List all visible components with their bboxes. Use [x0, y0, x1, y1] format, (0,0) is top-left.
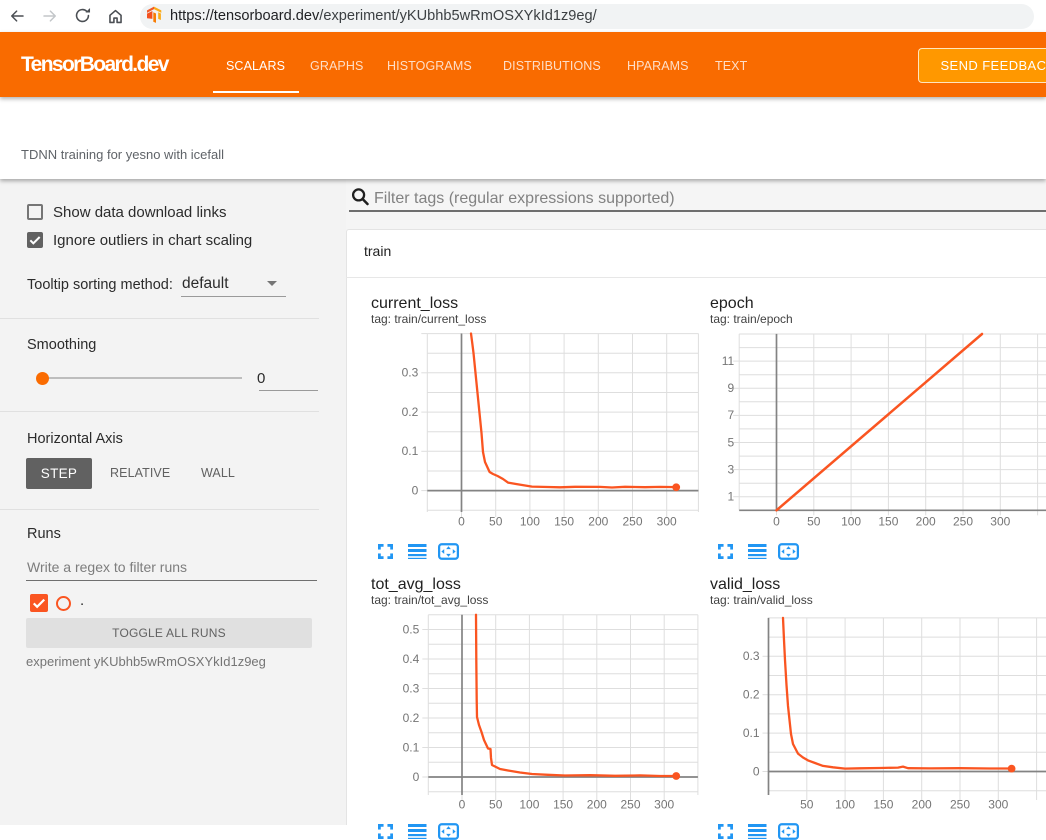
svg-text:50: 50	[489, 798, 503, 812]
svg-text:0: 0	[412, 483, 419, 497]
svg-text:100: 100	[520, 515, 540, 529]
svg-text:300: 300	[988, 798, 1008, 812]
svg-text:0.2: 0.2	[403, 711, 420, 725]
svg-text:50: 50	[800, 798, 814, 812]
svg-text:300: 300	[654, 798, 674, 812]
svg-text:250: 250	[953, 515, 973, 529]
svg-text:0.2: 0.2	[743, 688, 760, 702]
svg-text:0: 0	[413, 770, 420, 784]
svg-text:100: 100	[841, 515, 861, 529]
svg-text:50: 50	[489, 515, 503, 529]
svg-text:5: 5	[728, 435, 735, 449]
svg-text:0: 0	[459, 798, 466, 812]
svg-text:250: 250	[950, 798, 970, 812]
svg-text:11: 11	[722, 354, 735, 368]
svg-text:0: 0	[753, 764, 760, 778]
svg-text:200: 200	[588, 515, 608, 529]
svg-text:0.1: 0.1	[403, 740, 420, 754]
svg-text:1: 1	[728, 490, 735, 504]
svg-text:7: 7	[728, 408, 735, 422]
svg-text:150: 150	[554, 515, 574, 529]
svg-text:150: 150	[878, 515, 898, 529]
svg-text:150: 150	[873, 798, 893, 812]
svg-text:100: 100	[835, 798, 855, 812]
svg-text:300: 300	[990, 515, 1010, 529]
svg-text:0.5: 0.5	[403, 622, 420, 636]
svg-text:0.1: 0.1	[743, 726, 760, 740]
svg-text:50: 50	[807, 515, 821, 529]
svg-text:200: 200	[587, 798, 607, 812]
svg-text:250: 250	[620, 798, 640, 812]
svg-text:0.1: 0.1	[402, 444, 419, 458]
svg-text:3: 3	[728, 462, 735, 476]
svg-text:300: 300	[657, 515, 677, 529]
svg-text:0: 0	[458, 515, 465, 529]
svg-text:0.3: 0.3	[403, 681, 420, 695]
svg-text:250: 250	[622, 515, 642, 529]
svg-text:200: 200	[916, 515, 936, 529]
svg-text:0.3: 0.3	[743, 649, 760, 663]
svg-text:0.3: 0.3	[402, 366, 419, 380]
svg-text:200: 200	[912, 798, 932, 812]
svg-text:9: 9	[728, 381, 735, 395]
svg-text:0.4: 0.4	[403, 652, 420, 666]
svg-text:150: 150	[553, 798, 573, 812]
svg-text:0: 0	[773, 515, 780, 529]
svg-text:100: 100	[519, 798, 539, 812]
svg-text:0.2: 0.2	[402, 405, 419, 419]
